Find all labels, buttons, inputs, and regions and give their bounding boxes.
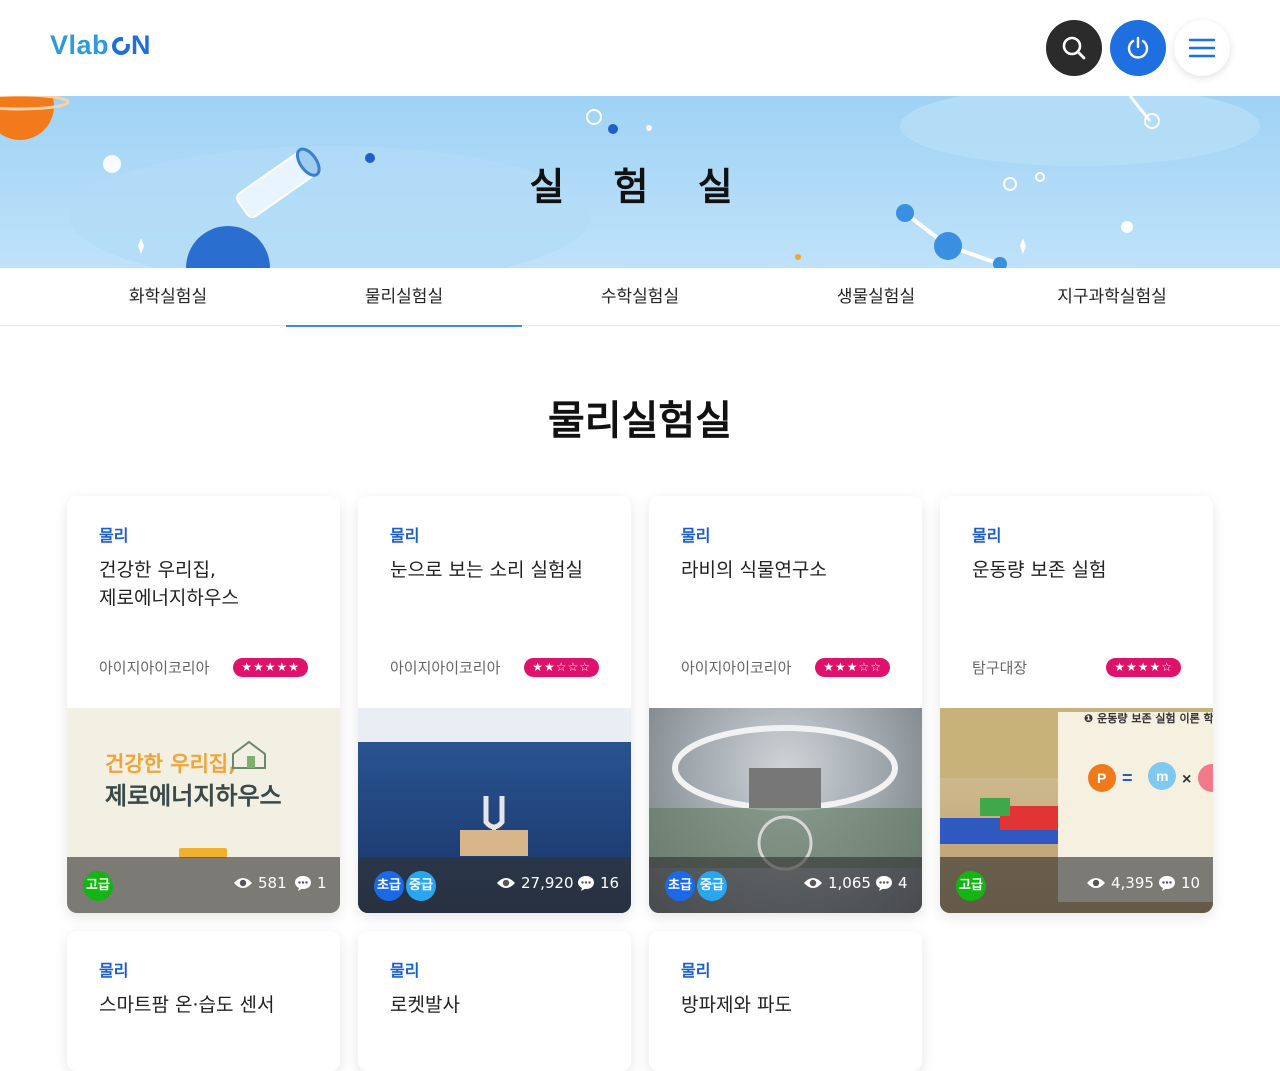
- comment-count: 4: [875, 874, 908, 892]
- level-badge-high: 고급: [956, 871, 986, 901]
- card-title: 라비의 식물연구소: [681, 559, 827, 581]
- logo-suffix: N: [131, 30, 152, 60]
- card-thumbnail: 초급 중급 1,065 4: [649, 708, 922, 913]
- lab-card[interactable]: 물리 스마트팜 온·습도 센서: [67, 931, 340, 1071]
- card-category: 물리: [681, 526, 711, 545]
- card-category: 물리: [390, 961, 420, 980]
- card-title: 로켓발사: [390, 994, 460, 1016]
- thumbnail-topbar: [358, 708, 631, 742]
- svg-text:P: P: [1097, 770, 1106, 786]
- card-author: 아이지아이코리아: [390, 659, 501, 677]
- power-icon: [1127, 36, 1149, 59]
- search-button[interactable]: [1046, 20, 1102, 76]
- comment-icon: [578, 876, 594, 891]
- house-icon: [232, 740, 266, 769]
- login-button[interactable]: [1110, 20, 1166, 76]
- lab-card[interactable]: 물리 건강한 우리집, 제로에너지하우스 아이지아이코리아 ★★★★★ 건강한 우…: [67, 496, 340, 913]
- card-author: 아이지아이코리아: [99, 659, 210, 677]
- tab-earth-science[interactable]: 지구과학실험실: [994, 268, 1230, 326]
- rating-badge: ★★★★☆: [1106, 658, 1181, 677]
- menu-button[interactable]: [1174, 20, 1230, 76]
- logo[interactable]: Vlab N: [50, 30, 151, 61]
- view-count: 1,065: [803, 874, 871, 892]
- tab-chemistry[interactable]: 화학실험실: [50, 268, 286, 326]
- level-badge-low: 초급: [374, 871, 404, 901]
- logo-prefix: Vlab: [50, 30, 110, 60]
- menu-icon: [1188, 38, 1216, 58]
- comment-count: 1: [294, 874, 327, 892]
- card-title: 눈으로 보는 소리 실험실: [390, 559, 583, 581]
- lab-card[interactable]: 물리 라비의 식물연구소 아이지아이코리아 ★★★☆☆ 초급 중급 1,065 …: [649, 496, 922, 913]
- site-header: Vlab N: [0, 0, 1280, 96]
- lab-card[interactable]: 물리 눈으로 보는 소리 실험실 아이지아이코리아 ★★☆☆☆ 초급 중급 27…: [358, 496, 631, 913]
- card-title: 건강한 우리집, 제로에너지하우스: [99, 559, 239, 609]
- lab-card[interactable]: 물리 로켓발사: [358, 931, 631, 1071]
- card-title: 방파제와 파도: [681, 994, 792, 1016]
- comment-count: 10: [1158, 874, 1200, 892]
- eye-icon: [1087, 878, 1105, 888]
- section-title: 물리실험실: [548, 398, 732, 444]
- svg-text:=: =: [1122, 768, 1133, 788]
- card-author: 아이지아이코리아: [681, 659, 792, 677]
- view-count: 27,920: [496, 874, 574, 892]
- thumbnail-box: [460, 830, 528, 856]
- eye-icon: [804, 878, 822, 888]
- card-category: 물리: [681, 961, 711, 980]
- card-stats-bar: 고급 581 1: [67, 857, 340, 913]
- card-stats-bar: 고급 4,395 10: [940, 857, 1213, 913]
- tab-biology[interactable]: 생물실험실: [758, 268, 994, 326]
- thumbnail-text: 제로에너지하우스: [105, 782, 282, 810]
- lab-tabs: 화학실험실 물리실험실 수학실험실 생물실험실 지구과학실험실: [0, 268, 1280, 327]
- thumbnail-text: 건강한 우리집,: [105, 752, 237, 776]
- card-title: 스마트팜 온·습도 센서: [99, 994, 275, 1016]
- level-badge-high: 고급: [83, 871, 113, 901]
- card-thumbnail: 건강한 우리집, 제로에너지하우스 고급 581 1: [67, 708, 340, 913]
- view-count: 4,395: [1086, 874, 1154, 892]
- card-title: 운동량 보존 실험: [972, 559, 1107, 581]
- logo-o-mark: [112, 36, 131, 55]
- level-badge-low: 초급: [665, 871, 695, 901]
- eye-icon: [497, 878, 515, 888]
- card-stats-bar: 초급 중급 27,920 16: [358, 857, 631, 913]
- rating-badge: ★★★☆☆: [815, 658, 890, 677]
- card-stats-bar: 초급 중급 1,065 4: [649, 857, 922, 913]
- tab-physics[interactable]: 물리실험실: [286, 268, 522, 327]
- lab-card[interactable]: 물리 운동량 보존 실험 탐구대장 ★★★★☆ ❶ 운동량 보존 실험 이론 학…: [940, 496, 1213, 913]
- comment-icon: [295, 876, 311, 891]
- level-badge-mid: 중급: [697, 871, 727, 901]
- rating-badge: ★★★★★: [233, 658, 308, 677]
- card-category: 물리: [972, 526, 1002, 545]
- lab-banner: 실 험 실: [0, 96, 1280, 268]
- card-thumbnail: ❶ 운동량 보존 실험 이론 학습 P = m × 고급 4,395 10: [940, 708, 1213, 913]
- tab-math[interactable]: 수학실험실: [522, 268, 758, 326]
- card-author: 탐구대장: [972, 659, 1028, 677]
- card-thumbnail: 초급 중급 27,920 16: [358, 708, 631, 913]
- banner-title: 실 험 실: [529, 165, 751, 209]
- momentum-formula: P = m ×: [1088, 762, 1213, 792]
- eye-icon: [234, 878, 252, 888]
- view-count: 581: [233, 874, 287, 892]
- card-category: 물리: [99, 526, 129, 545]
- lab-card[interactable]: 물리 방파제와 파도: [649, 931, 922, 1071]
- svg-text:m: m: [1156, 768, 1168, 784]
- level-badge-mid: 중급: [406, 871, 436, 901]
- rating-badge: ★★☆☆☆: [524, 658, 599, 677]
- svg-text:×: ×: [1182, 771, 1191, 788]
- comment-count: 16: [577, 874, 619, 892]
- search-icon: [1062, 36, 1086, 60]
- comment-icon: [876, 876, 892, 891]
- thumbnail-text: ❶ 운동량 보존 실험 이론 학습: [1084, 712, 1213, 725]
- card-category: 물리: [99, 961, 129, 980]
- comment-icon: [1159, 876, 1175, 891]
- card-category: 물리: [390, 526, 420, 545]
